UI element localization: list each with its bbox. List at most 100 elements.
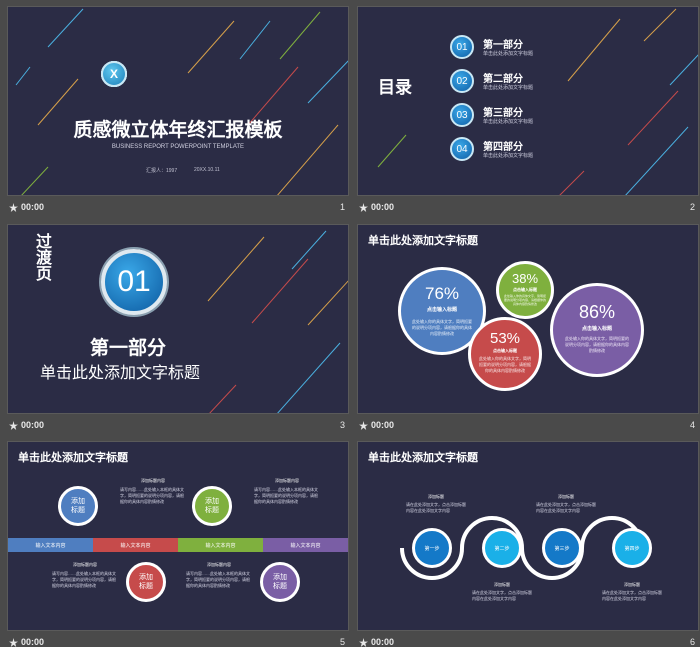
toc-item-2: 02 第二部分 单击此处添加文字标题 [450,69,533,95]
year-char-4: X [101,61,127,87]
slide-5-title: 单击此处添加文字标题 [18,452,128,464]
toc-number-2: 02 [450,69,474,93]
slide-5-time: 00:00 [21,637,45,647]
content-title-2: 添加标题内容 [73,562,97,567]
bubble-53-label: 点击输入标题 [493,348,517,353]
bubble-76-text: 此处输入你的具体文字，简明扼要的说明分项内容，请根据你的具体内容酌情修改 [412,319,472,336]
step-caption-4: 添加标题 请在此处添加文字，点击添加标题内容在此处添加文字内容 [602,582,662,602]
content-text-1: 请写内容……此处输入本框的具体文字，简明扼要的说明分项内容，请根据你的具体内容酌… [120,487,184,504]
step-caption-3-title: 添加标题 [558,494,574,499]
transition-star-icon [9,202,18,212]
toc-number-4: 04 [450,137,474,161]
step-caption-1: 添加标题 请在此处添加文字，点击添加标题内容在此处添加文字内容 [406,494,466,514]
slide-6-footer: 00:00 6 [357,633,699,647]
slide-1-subtitle: BUSINESS REPORT POWERPOINT TEMPLATE [111,144,245,150]
slide-3-time: 00:00 [21,420,45,430]
toc-title-1: 第一部分 [483,40,523,51]
slide-1-time: 00:00 [21,202,45,212]
slide-thumbnail-1[interactable]: 2 0 X X 质感微立体年终汇报模板 BUSINESS REPORT POWE… [7,6,349,218]
step-2-circle: 第二步 [482,528,522,568]
toc-sub-2: 单击此处添加文字标题 [483,85,534,91]
slide-3-number: 3 [339,420,345,430]
bubble-38-text: 此处输入你的具体文字，简明扼要的说明分项内容，请根据你的具体内容酌情修改 [503,294,546,306]
transition-star-icon [359,420,368,430]
step-caption-4-title: 添加标题 [624,582,640,587]
timeline-segment-4: 输入文本内容 [263,538,348,552]
step-circle-2: 添加标题 [126,562,166,602]
toc-item-1: 01 第一部分 单击此处添加文字标题 [450,35,533,61]
content-title-4: 添加标题内容 [207,562,231,567]
slide-6-number: 6 [689,637,695,647]
slide-2-canvas: 目录 01 第一部分 单击此处添加文字标题 02 第二部分 单击此处添加文字标题… [357,6,699,196]
transition-star-icon [359,202,368,212]
section-title: 第一部分 [90,338,167,359]
content-text-3: 请写内容……此处输入本框的具体文字，简明扼要的说明分项内容，请根据你的具体内容酌… [254,487,318,504]
toc-sub-4: 单击此处添加文字标题 [483,153,534,159]
toc-number-1: 01 [450,35,474,59]
slide-4-title: 单击此处添加文字标题 [368,235,478,247]
slide-thumbnail-5[interactable]: 单击此处添加文字标题 输入文本内容 输入文本内容 输入文本内容 输入文本内容 添… [7,441,349,647]
toc-item-3: 03 第三部分 单击此处添加文字标题 [450,103,533,129]
slide-5-number: 5 [339,637,345,647]
step-caption-2-title: 添加标题 [494,582,510,587]
bubble-53-text: 此处输入你的具体文字，简明扼要的说明分项内容，请根据你的具体内容酌情修改 [479,356,531,373]
transition-vertical-label: 过渡页 [33,233,50,281]
slide-6-canvas: 单击此处添加文字标题 第一步 第二步 第三步 第四步 添加标题 请在此处添加文字… [357,441,699,631]
step-caption-1-title: 添加标题 [428,494,444,499]
slide-2-number: 2 [689,202,695,212]
slide-4-footer: 00:00 4 [357,416,699,434]
bubble-76-pct: 76% [424,284,460,303]
slide-1-footer: 00:00 1 [7,198,349,216]
slide-3-canvas: 过渡页 01 第一部分 单击此处添加文字标题 [7,224,349,414]
decorative-lines [207,230,348,413]
slide-thumbnail-6[interactable]: 单击此处添加文字标题 第一步 第二步 第三步 第四步 添加标题 请在此处添加文字… [357,441,699,647]
content-block-1: 添加标题内容 请写内容……此处输入本框的具体文字，简明扼要的说明分项内容，请根据… [120,478,186,505]
step-circle-3: 添加标题 [192,486,232,526]
bubble-53-pct: 53% [489,330,521,347]
step-caption-3-text: 请在此处添加文字，点击添加标题内容在此处添加文字内容 [536,502,596,513]
slide-thumbnail-4[interactable]: 单击此处添加文字标题 76% 点击输入标题 此处输入你的具体文字，简明扼要的说明… [357,224,699,436]
slide-thumbnail-3[interactable]: 过渡页 01 第一部分 单击此处添加文字标题 00:00 3 [7,224,349,436]
step-circle-1: 添加标题 [58,486,98,526]
slide-3-footer: 00:00 3 [7,416,349,434]
step-4-circle: 第四步 [612,528,652,568]
slide-2-time: 00:00 [371,202,395,212]
timeline-segment-1: 输入文本内容 [8,538,93,552]
toc-number-3: 03 [450,103,474,127]
slide-5-canvas: 单击此处添加文字标题 输入文本内容 输入文本内容 输入文本内容 输入文本内容 添… [7,441,349,631]
slide-thumbnail-2[interactable]: 目录 01 第一部分 单击此处添加文字标题 02 第二部分 单击此处添加文字标题… [357,6,699,218]
timeline-bar: 输入文本内容 输入文本内容 输入文本内容 输入文本内容 [8,538,348,552]
content-text-4: 请写内容……此处输入本框的具体文字，简明扼要的说明分项内容，请根据你的具体内容酌… [186,571,250,588]
step-1-circle: 第一步 [412,528,452,568]
date-label: 20XX.10.11 [194,167,220,173]
content-title-1: 添加标题内容 [141,478,165,483]
transition-star-icon [9,420,18,430]
timeline-segment-2: 输入文本内容 [93,538,178,552]
transition-star-icon [9,637,18,647]
step-caption-2-text: 请在此处添加文字，点击添加标题内容在此处添加文字内容 [472,590,532,601]
toc-item-4: 04 第四部分 单击此处添加文字标题 [450,137,533,163]
slide-1-title: 质感微立体年终汇报模板 [73,120,283,141]
toc-title-4: 第四部分 [483,142,523,153]
step-caption-4-text: 请在此处添加文字，点击添加标题内容在此处添加文字内容 [602,590,662,601]
toc-title-2: 第二部分 [483,74,523,85]
content-block-4: 添加标题内容 请写内容……此处输入本框的具体文字，简明扼要的说明分项内容，请根据… [186,562,252,589]
bubble-86-label: 点击输入标题 [581,326,612,332]
bubble-53: 53% 点击输入标题 此处输入你的具体文字，简明扼要的说明分项内容，请根据你的具… [468,317,542,391]
section-badge: 01 [101,249,167,315]
step-caption-1-text: 请在此处添加文字，点击添加标题内容在此处添加文字内容 [406,502,466,513]
slide-4-time: 00:00 [371,420,395,430]
step-3-circle: 第三步 [542,528,582,568]
content-block-3: 添加标题内容 请写内容……此处输入本框的具体文字，简明扼要的说明分项内容，请根据… [254,478,320,505]
content-block-2: 添加标题内容 请写内容……此处输入本框的具体文字，简明扼要的说明分项内容，请根据… [52,562,118,589]
bubble-38: 38% 点击输入标题 此处输入你的具体文字，简明扼要的说明分项内容，请根据你的具… [496,261,554,319]
toc-title-3: 第三部分 [483,108,523,119]
bubble-76-label: 点击输入标题 [426,307,457,313]
bubble-38-label: 点击输入标题 [513,287,537,292]
slide-1-number: 1 [339,202,345,212]
timeline-segment-3: 输入文本内容 [178,538,263,552]
slide-4-canvas: 单击此处添加文字标题 76% 点击输入标题 此处输入你的具体文字，简明扼要的说明… [357,224,699,414]
bubble-38-pct: 38% [511,271,539,286]
bubble-86-text: 此处输入你的具体文字，简明扼要的说明分项内容，请根据你的具体内容酌情修改 [565,336,629,353]
slide-5-footer: 00:00 5 [7,633,349,647]
